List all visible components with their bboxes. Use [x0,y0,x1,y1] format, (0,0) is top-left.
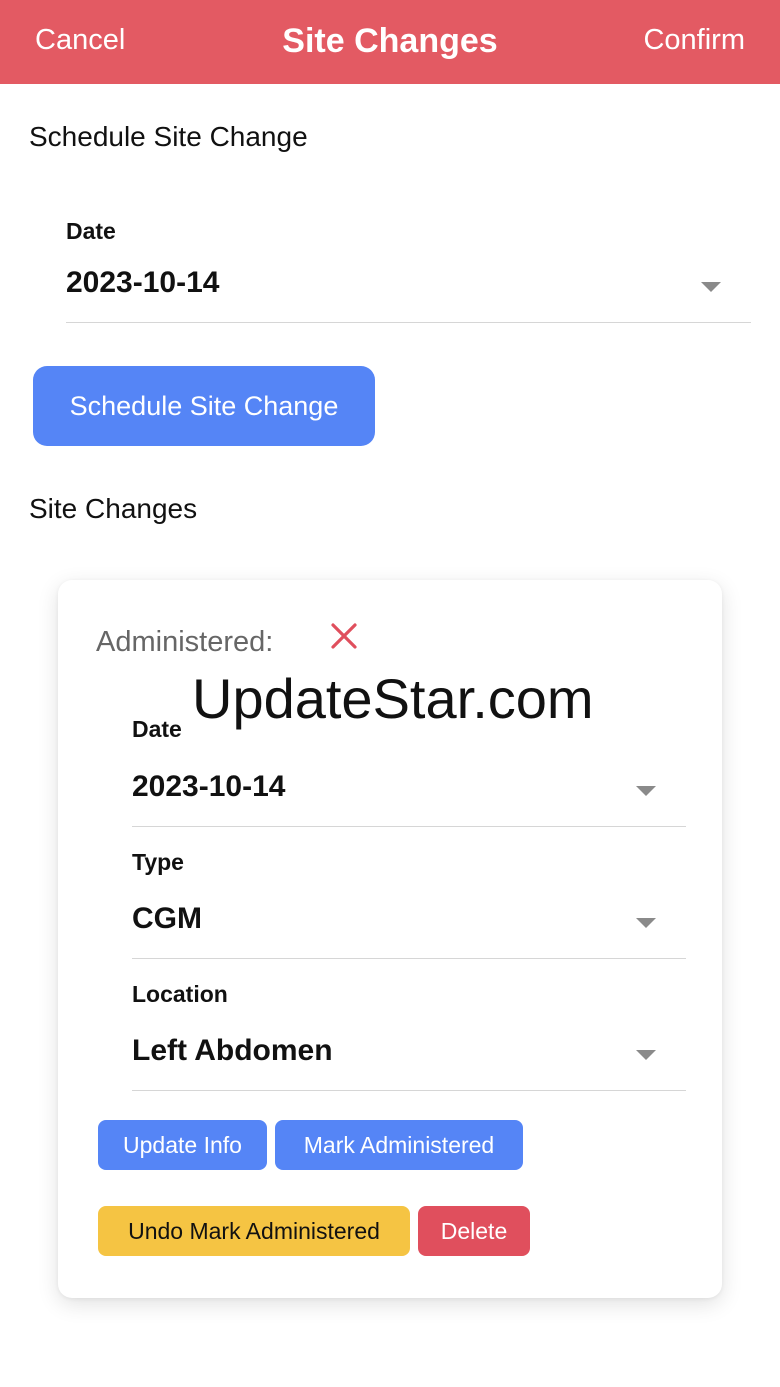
location-value: Left Abdomen [132,1034,333,1067]
delete-button[interactable]: Delete [418,1206,530,1256]
chevron-down-icon [636,918,656,928]
card-date-value: 2023-10-14 [132,770,286,803]
schedule-date-value: 2023-10-14 [66,266,220,299]
update-info-button[interactable]: Update Info [98,1120,267,1170]
mark-administered-button[interactable]: Mark Administered [275,1120,523,1170]
watermark-text: UpdateStar.com [192,667,594,730]
chevron-down-icon [636,1050,656,1060]
schedule-date-select[interactable]: 2023-10-14 [66,252,751,323]
type-label: Type [132,849,184,875]
site-changes-heading: Site Changes [29,493,198,524]
card-date-select[interactable]: 2023-10-14 [132,756,686,827]
confirm-button[interactable]: Confirm [643,24,745,57]
undo-mark-administered-button[interactable]: Undo Mark Administered [98,1206,410,1256]
chevron-down-icon [701,282,721,292]
header-bar: Cancel Site Changes Confirm [0,0,780,84]
type-value: CGM [132,902,202,935]
location-label: Location [132,981,228,1007]
administered-label: Administered: [96,626,274,658]
type-select[interactable]: CGM [132,888,686,959]
schedule-date-label: Date [66,218,116,244]
schedule-section-heading: Schedule Site Change [29,121,308,152]
x-mark-icon [331,623,357,649]
location-select[interactable]: Left Abdomen [132,1020,686,1091]
schedule-site-change-button[interactable]: Schedule Site Change [33,366,375,446]
chevron-down-icon [636,786,656,796]
site-change-card: Administered: Date 2023-10-14 Type CGM L… [58,580,722,1298]
card-date-label: Date [132,716,182,742]
